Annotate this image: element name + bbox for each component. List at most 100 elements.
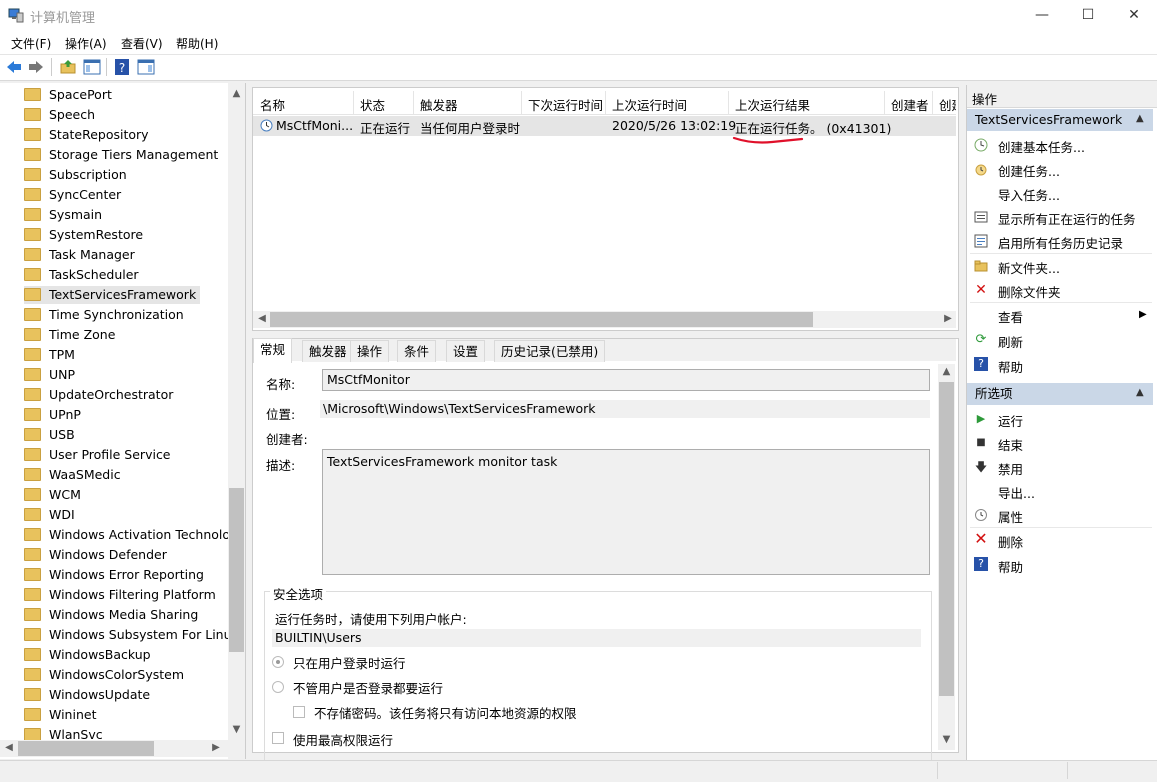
tree-item[interactable]: WCM	[24, 486, 81, 504]
column-separator[interactable]	[728, 91, 729, 114]
tab-general[interactable]: 常规	[253, 338, 293, 363]
tree-item[interactable]: Windows Error Reporting	[24, 566, 204, 584]
column-header-status[interactable]: 状态	[360, 95, 385, 114]
collapse-up-icon[interactable]: ▲	[1136, 113, 1144, 124]
action-refresh[interactable]: 刷新	[998, 332, 1023, 351]
tree-item[interactable]: UPnP	[24, 406, 81, 424]
description-field[interactable]: TextServicesFramework monitor task	[322, 449, 930, 575]
scroll-right-arrow-icon[interactable]: ▶	[942, 313, 954, 324]
column-header-trigger[interactable]: 触发器	[420, 95, 458, 114]
tree-item[interactable]: SyncCenter	[24, 186, 121, 204]
tree-item[interactable]: Windows Activation Technolog	[24, 526, 238, 544]
actions-section-folder[interactable]: TextServicesFramework	[967, 109, 1153, 131]
action-help-selected[interactable]: 帮助	[998, 557, 1023, 576]
tree-item[interactable]: USB	[24, 426, 75, 444]
tree-item[interactable]: Task Manager	[24, 246, 135, 264]
checkbox-do-not-store-password[interactable]	[293, 706, 305, 718]
action-disable[interactable]: 禁用	[998, 459, 1023, 478]
minimize-button[interactable]: —	[1019, 0, 1065, 31]
scroll-up-arrow-icon[interactable]: ▲	[939, 366, 954, 377]
action-enable-all-history[interactable]: 启用所有任务历史记录	[998, 233, 1123, 252]
action-view[interactable]: 查看	[998, 307, 1023, 326]
column-separator[interactable]	[353, 91, 354, 114]
menu-file[interactable]: 文件(F)	[11, 35, 51, 52]
action-delete-folder[interactable]: 删除文件夹	[998, 282, 1061, 301]
close-button[interactable]: ✕	[1111, 0, 1157, 31]
name-field[interactable]: MsCtfMonitor	[322, 369, 930, 391]
tree-item[interactable]: Sysmain	[24, 206, 102, 224]
column-header-last-result[interactable]: 上次运行结果	[735, 95, 810, 114]
task-list-hscroll-thumb[interactable]	[270, 312, 813, 327]
action-end[interactable]: 结束	[998, 435, 1023, 454]
action-show-running-tasks[interactable]: 显示所有正在运行的任务	[998, 209, 1136, 228]
tree-item[interactable]: WindowsUpdate	[24, 686, 150, 704]
column-header-last-run[interactable]: 上次运行时间	[612, 95, 687, 114]
column-header-author[interactable]: 创建者	[891, 95, 929, 114]
tree-item[interactable]: WindowsColorSystem	[24, 666, 184, 684]
back-arrow-icon[interactable]	[5, 58, 23, 76]
show-hide-tree-icon[interactable]	[83, 58, 101, 76]
tree-item[interactable]: Time Synchronization	[24, 306, 184, 324]
tab-actions[interactable]: 操作	[350, 340, 390, 362]
up-folder-icon[interactable]	[59, 58, 77, 76]
action-create-basic-task[interactable]: 创建基本任务...	[998, 137, 1085, 156]
scroll-left-arrow-icon[interactable]: ◀	[256, 313, 268, 324]
column-separator[interactable]	[932, 91, 933, 114]
tree-item[interactable]: Windows Subsystem For Linux	[24, 626, 239, 644]
action-delete[interactable]: 删除	[998, 532, 1023, 551]
menu-help[interactable]: 帮助(H)	[176, 35, 218, 52]
scroll-down-arrow-icon[interactable]: ▼	[229, 724, 244, 735]
tree-item[interactable]: StateRepository	[24, 126, 149, 144]
tree-item-selected[interactable]: TextServicesFramework	[24, 286, 201, 304]
column-separator[interactable]	[884, 91, 885, 114]
action-export[interactable]: 导出...	[998, 483, 1035, 502]
tree-item[interactable]: User Profile Service	[24, 446, 171, 464]
action-new-folder[interactable]: 新文件夹...	[998, 258, 1060, 277]
tree-item[interactable]: TPM	[24, 346, 75, 364]
tree-item[interactable]: Subscription	[24, 166, 127, 184]
tree-vertical-scrollbar[interactable]	[228, 83, 245, 759]
help-icon[interactable]: ?	[113, 58, 131, 76]
column-separator[interactable]	[521, 91, 522, 114]
column-header-name[interactable]: 名称	[260, 95, 285, 114]
column-header-next-run[interactable]: 下次运行时间	[528, 95, 603, 114]
action-help[interactable]: 帮助	[998, 357, 1023, 376]
tree-item[interactable]: SystemRestore	[24, 226, 143, 244]
menu-view[interactable]: 查看(V)	[121, 35, 163, 52]
radio-run-only-logged-on[interactable]	[272, 656, 284, 668]
navigation-tree[interactable]: SpacePort Speech StateRepository Storage…	[0, 83, 246, 759]
tree-item[interactable]: Windows Defender	[24, 546, 167, 564]
checkbox-highest-privileges[interactable]	[272, 732, 284, 744]
tree-item[interactable]: Wininet	[24, 706, 96, 724]
tree-item[interactable]: SpacePort	[24, 86, 112, 104]
column-separator[interactable]	[605, 91, 606, 114]
tree-item[interactable]: Windows Media Sharing	[24, 606, 198, 624]
column-separator[interactable]	[413, 91, 414, 114]
collapse-up-icon[interactable]: ▲	[1136, 387, 1144, 398]
action-properties[interactable]: 属性	[998, 507, 1023, 526]
radio-run-whether-logged-on[interactable]	[272, 681, 284, 693]
column-header-created[interactable]: 创建	[939, 95, 956, 114]
tree-item[interactable]: Time Zone	[24, 326, 115, 344]
tree-item[interactable]: Windows Filtering Platform	[24, 586, 216, 604]
scroll-down-arrow-icon[interactable]: ▼	[939, 734, 954, 745]
actions-section-selected[interactable]: 所选项	[967, 383, 1153, 405]
tab-conditions[interactable]: 条件	[397, 340, 437, 362]
tree-item[interactable]: UpdateOrchestrator	[24, 386, 173, 404]
tab-triggers[interactable]: 触发器	[302, 340, 354, 362]
tree-item[interactable]: Storage Tiers Management	[24, 146, 218, 164]
tree-item[interactable]: TaskScheduler	[24, 266, 139, 284]
tree-item[interactable]: Speech	[24, 106, 95, 124]
scroll-left-arrow-icon[interactable]: ◀	[3, 742, 15, 753]
maximize-button[interactable]: ☐	[1065, 0, 1111, 31]
details-scroll-thumb[interactable]	[939, 382, 954, 696]
tree-item[interactable]: WDI	[24, 506, 75, 524]
tree-item[interactable]: WaaSMedic	[24, 466, 121, 484]
tab-history[interactable]: 历史记录(已禁用)	[494, 340, 606, 362]
tree-item[interactable]: WindowsBackup	[24, 646, 151, 664]
scroll-right-arrow-icon[interactable]: ▶	[210, 742, 222, 753]
menu-action[interactable]: 操作(A)	[65, 35, 107, 52]
action-run[interactable]: 运行	[998, 411, 1023, 430]
action-import-task[interactable]: 导入任务...	[998, 185, 1060, 204]
tab-settings[interactable]: 设置	[446, 340, 486, 362]
